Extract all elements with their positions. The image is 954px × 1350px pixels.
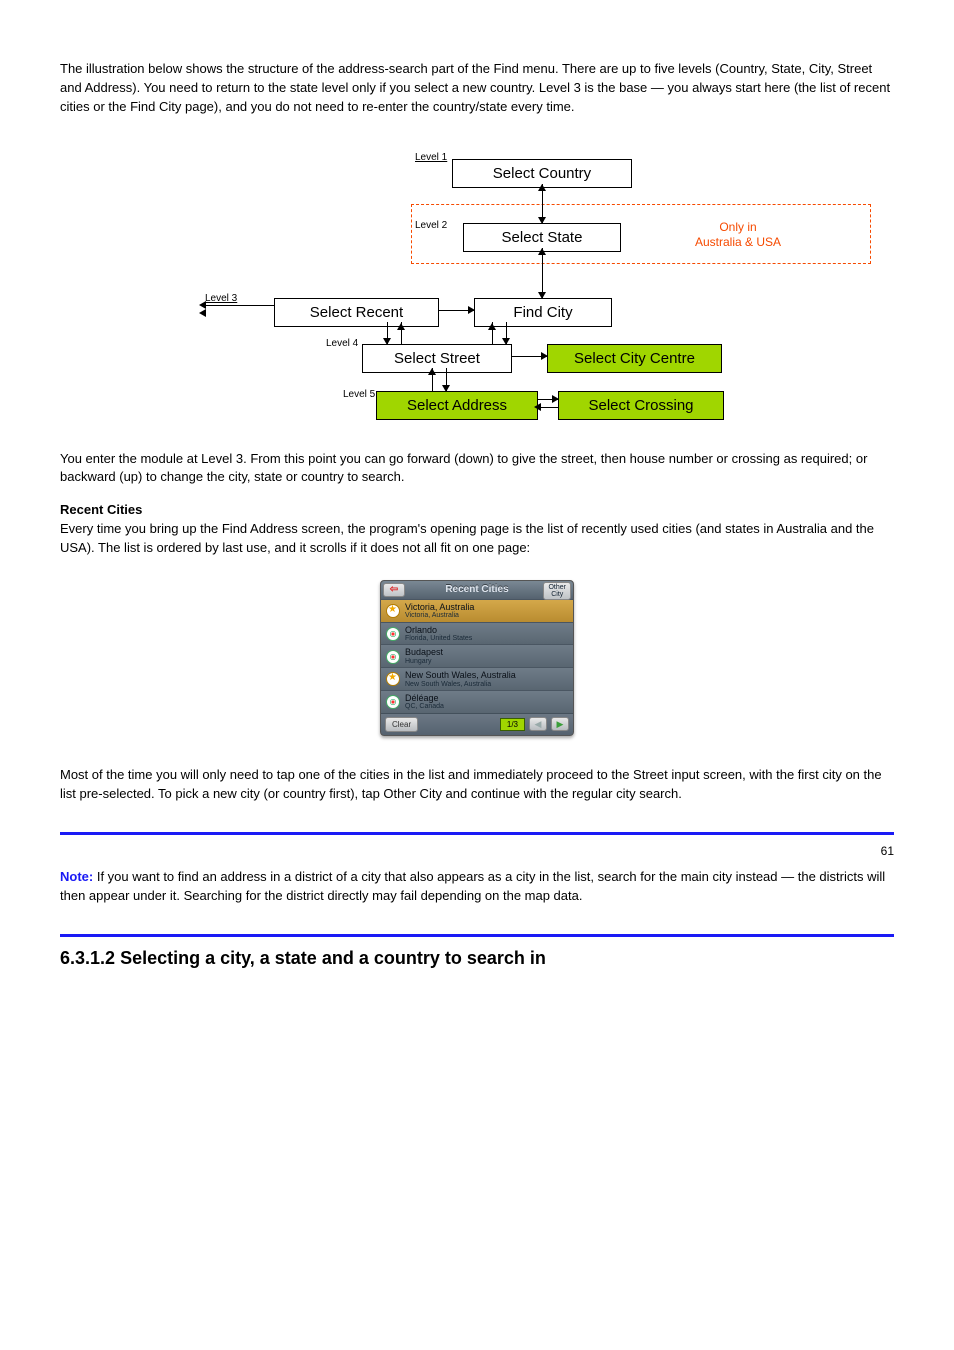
star-icon xyxy=(386,672,400,686)
divider-blue-bottom xyxy=(60,934,894,937)
box-select-crossing: Select Crossing xyxy=(558,391,724,421)
note-body: If you want to find an address in a dist… xyxy=(60,869,885,903)
paragraph-after-screenshot: Most of the time you will only need to t… xyxy=(60,766,894,804)
list-item[interactable]: Déléage QC, Canada xyxy=(381,690,573,713)
target-icon xyxy=(386,627,400,641)
note-label: Note: xyxy=(60,869,93,884)
recent-cities-heading: Recent Cities xyxy=(60,502,142,517)
list-item[interactable]: Budapest Hungary xyxy=(381,644,573,667)
label-level-1: Level 1 xyxy=(415,151,447,166)
clear-button[interactable]: Clear xyxy=(385,717,418,733)
city-sub: QC, Canada xyxy=(405,703,444,710)
recent-cities-screenshot: ⇦ Recent Cities Other City Victoria, Aus… xyxy=(380,580,574,737)
paragraph-recent-cities-body: Every time you bring up the Find Address… xyxy=(60,521,874,555)
target-icon xyxy=(386,650,400,664)
note-paragraph: Note: If you want to find an address in … xyxy=(60,868,894,906)
address-search-diagram: Level 1 Level 2 Level 3 Level 4 Level 5 … xyxy=(87,137,867,432)
back-arrow-icon: ⇦ xyxy=(390,583,398,598)
label-level-4: Level 4 xyxy=(326,337,358,352)
paragraph-module-entry: You enter the module at Level 3. From th… xyxy=(60,450,894,488)
box-select-address: Select Address xyxy=(376,391,538,421)
city-sub: New South Wales, Australia xyxy=(405,681,516,688)
other-city-button[interactable]: Other City xyxy=(543,582,571,600)
city-name: Victoria, Australia xyxy=(405,603,474,612)
recent-cities-list: Victoria, Australia Victoria, Australia … xyxy=(381,599,573,713)
city-name: Budapest xyxy=(405,648,443,657)
divider-blue-top xyxy=(60,832,894,835)
city-name: Orlando xyxy=(405,626,472,635)
screenshot-footer: Clear 1/3 ◀ ▶ xyxy=(381,713,573,736)
city-name: Déléage xyxy=(405,694,444,703)
city-sub: Victoria, Australia xyxy=(405,612,474,619)
page-number: 61 xyxy=(60,843,894,860)
target-icon xyxy=(386,695,400,709)
box-select-street: Select Street xyxy=(362,344,512,374)
city-name: New South Wales, Australia xyxy=(405,671,516,680)
page-prev-button[interactable]: ◀ xyxy=(529,717,547,731)
box-select-city-centre: Select City Centre xyxy=(547,344,722,374)
box-select-recent: Select Recent xyxy=(274,298,439,328)
paragraph-recent-cities-intro: Recent Cities Every time you bring up th… xyxy=(60,501,894,558)
city-sub: Hungary xyxy=(405,658,443,665)
note-australia-usa: Only in Australia & USA xyxy=(695,220,781,250)
list-item[interactable]: New South Wales, Australia New South Wal… xyxy=(381,667,573,690)
city-sub: Florida, United States xyxy=(405,635,472,642)
list-item[interactable]: Victoria, Australia Victoria, Australia xyxy=(381,599,573,622)
back-button[interactable]: ⇦ xyxy=(383,583,405,597)
intro-paragraph: The illustration below shows the structu… xyxy=(60,60,894,117)
screenshot-header: ⇦ Recent Cities Other City xyxy=(381,581,573,599)
page-indicator: 1/3 xyxy=(500,718,525,732)
section-number: 6.3.1.2 xyxy=(60,948,115,968)
body-paragraph: placeholder paragraph placeholder paragr… xyxy=(60,975,894,1013)
section-heading: 6.3.1.2 Selecting a city, a state and a … xyxy=(60,945,894,971)
star-icon xyxy=(386,604,400,618)
label-level-5: Level 5 xyxy=(343,388,375,403)
section-title: Selecting a city, a state and a country … xyxy=(120,948,546,968)
list-item[interactable]: Orlando Florida, United States xyxy=(381,622,573,645)
page-next-button[interactable]: ▶ xyxy=(551,717,569,731)
